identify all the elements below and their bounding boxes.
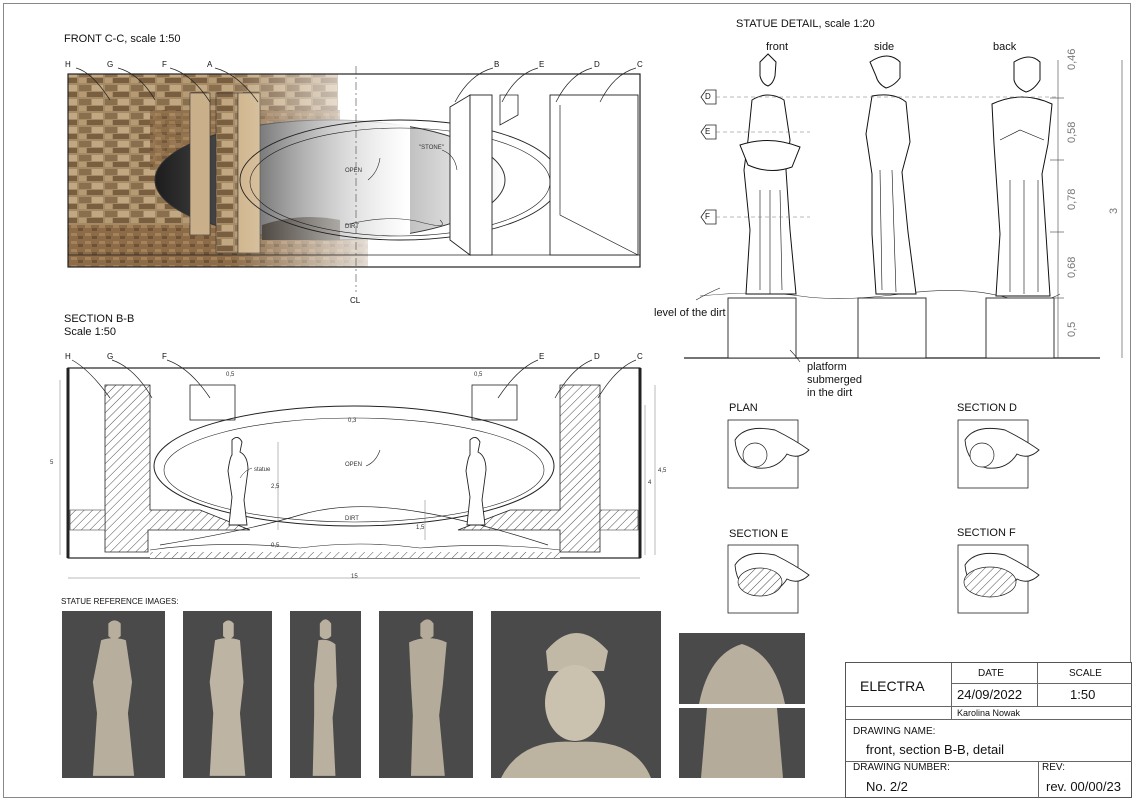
references-title: STATUE REFERENCE IMAGES:	[61, 597, 179, 606]
reference-photo-detail-2	[679, 708, 805, 778]
reference-photo-4	[379, 611, 473, 778]
dim-0-78: 0,78	[1066, 188, 1078, 210]
scale-label: SCALE	[1069, 668, 1102, 679]
drawing-number-label: DRAWING NUMBER:	[853, 762, 950, 773]
dirt-level-label: level of the dirt	[654, 307, 726, 319]
dim-total: 3	[1108, 207, 1120, 214]
marker-e: E	[705, 127, 711, 136]
reference-photo-1	[62, 611, 165, 778]
plan-title: PLAN	[729, 402, 758, 414]
title-block: ELECTRA DATE 24/09/2022 SCALE 1:50 Karol…	[845, 662, 1132, 798]
reference-photo-head	[491, 611, 661, 778]
section-e-title: SECTION E	[729, 528, 789, 540]
author-name: Karolina Nowak	[957, 708, 1021, 718]
section-f-title: SECTION F	[957, 527, 1016, 539]
rev-value: rev. 00/00/23	[1046, 779, 1121, 794]
drawing-number-value: No. 2/2	[866, 779, 908, 794]
drawing-name-value: front, section B-B, detail	[866, 742, 1005, 757]
marker-d: D	[705, 92, 711, 101]
project-name: ELECTRA	[860, 678, 925, 694]
scale-value: 1:50	[1070, 687, 1096, 702]
marker-f: F	[705, 212, 710, 221]
platform-label-2: submerged	[807, 374, 863, 386]
dim-0-58: 0,58	[1066, 121, 1078, 143]
date-value: 24/09/2022	[957, 687, 1023, 702]
date-label: DATE	[978, 668, 1004, 679]
reference-photo-3	[290, 611, 361, 778]
dim-0-5: 0,5	[1066, 321, 1078, 337]
section-d-title: SECTION D	[957, 402, 1017, 414]
drawing-name-label: DRAWING NAME:	[853, 726, 936, 737]
reference-photo-2	[183, 611, 272, 778]
platform-label-1: platform	[807, 361, 847, 373]
dim-0-68: 0,68	[1066, 256, 1078, 278]
platform-label-3: in the dirt	[807, 387, 853, 399]
rev-label: REV:	[1042, 762, 1065, 773]
reference-photo-detail-1	[679, 633, 805, 704]
dim-0-46: 0,46	[1066, 48, 1078, 70]
